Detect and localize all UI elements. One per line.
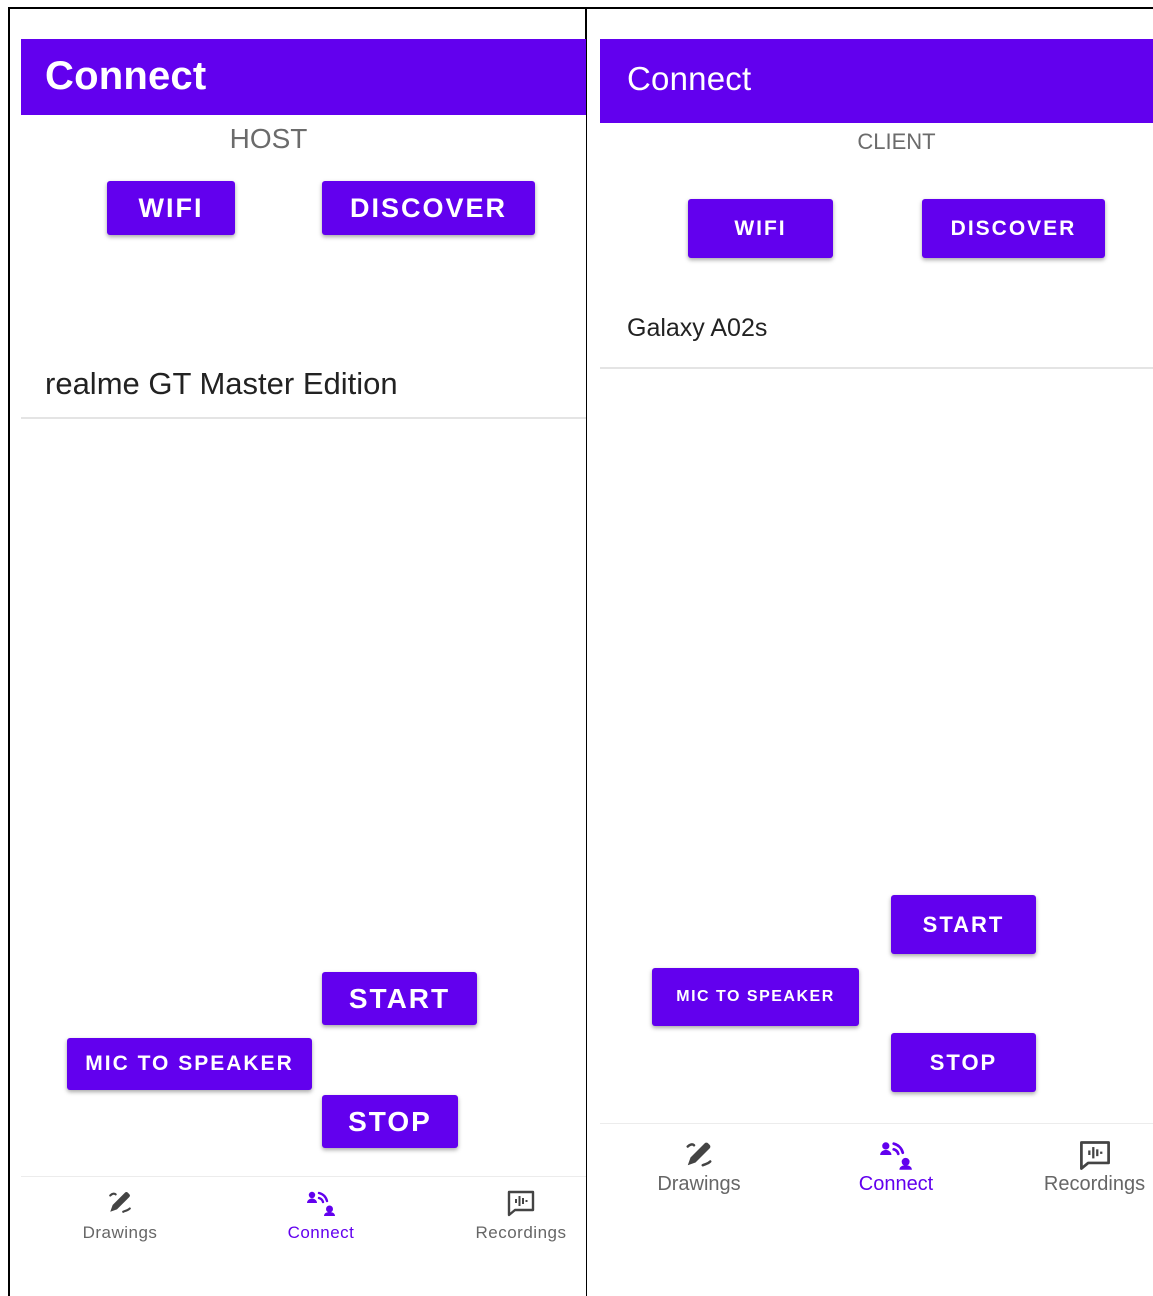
frame-top-border bbox=[8, 7, 1153, 9]
nav-label: Recordings bbox=[475, 1223, 567, 1242]
nav-label: Drawings bbox=[82, 1223, 158, 1242]
role-label: HOST bbox=[229, 123, 308, 154]
bottom-navigation: Drawings Connect Recordings bbox=[21, 1189, 586, 1259]
device-list-divider bbox=[21, 417, 586, 419]
draw-icon bbox=[686, 1142, 712, 1167]
app-bar: Connect bbox=[600, 39, 1153, 123]
frame-left-border bbox=[8, 7, 10, 1296]
connect-icon bbox=[880, 1142, 912, 1170]
nav-label: Drawings bbox=[657, 1173, 741, 1195]
nav-label: Connect bbox=[858, 1173, 934, 1195]
client-screen: Connect CLIENT WIFI DISCOVER Galaxy A02s… bbox=[600, 39, 1153, 1296]
connect-icon bbox=[307, 1191, 335, 1216]
role-label: CLIENT bbox=[857, 129, 936, 154]
device-list-item[interactable]: realme GT Master Edition bbox=[45, 366, 398, 402]
wifi-button[interactable]: WIFI bbox=[688, 199, 833, 258]
draw-icon bbox=[109, 1192, 131, 1213]
app-bar-title: Connect bbox=[45, 54, 207, 98]
host-screen: Connect HOST WIFI DISCOVER realme GT Mas… bbox=[21, 39, 586, 1296]
bottom-nav-divider bbox=[600, 1123, 1153, 1124]
bottom-navigation: Drawings Connect Recordings bbox=[600, 1139, 1153, 1219]
app-bar: Connect bbox=[21, 39, 586, 115]
nav-label: Connect bbox=[287, 1223, 355, 1242]
wifi-button[interactable]: WIFI bbox=[107, 181, 235, 235]
mic-to-speaker-button[interactable]: MIC TO SPEAKER bbox=[652, 968, 859, 1026]
stop-button[interactable]: STOP bbox=[891, 1033, 1036, 1092]
discover-button[interactable]: DISCOVER bbox=[322, 181, 535, 235]
device-list-divider bbox=[600, 367, 1153, 369]
device-list-item[interactable]: Galaxy A02s bbox=[627, 314, 767, 343]
start-button[interactable]: START bbox=[322, 972, 477, 1025]
nav-item-connect[interactable]: Connect bbox=[846, 1139, 946, 1196]
start-button[interactable]: START bbox=[891, 895, 1036, 954]
stop-button[interactable]: STOP bbox=[322, 1095, 458, 1148]
nav-item-recordings[interactable]: Recordings bbox=[469, 1189, 573, 1243]
nav-item-drawings[interactable]: Drawings bbox=[69, 1189, 171, 1243]
recordings-icon bbox=[1079, 1141, 1110, 1170]
discover-button[interactable]: DISCOVER bbox=[922, 199, 1105, 258]
mic-to-speaker-button[interactable]: MIC TO SPEAKER bbox=[67, 1038, 312, 1090]
bottom-nav-divider bbox=[21, 1176, 586, 1177]
nav-item-drawings[interactable]: Drawings bbox=[644, 1139, 754, 1196]
app-bar-title: Connect bbox=[627, 60, 752, 97]
nav-item-recordings[interactable]: Recordings bbox=[1036, 1139, 1153, 1196]
nav-label: Recordings bbox=[1043, 1173, 1146, 1195]
recordings-icon bbox=[507, 1190, 535, 1217]
nav-item-connect[interactable]: Connect bbox=[271, 1189, 371, 1243]
